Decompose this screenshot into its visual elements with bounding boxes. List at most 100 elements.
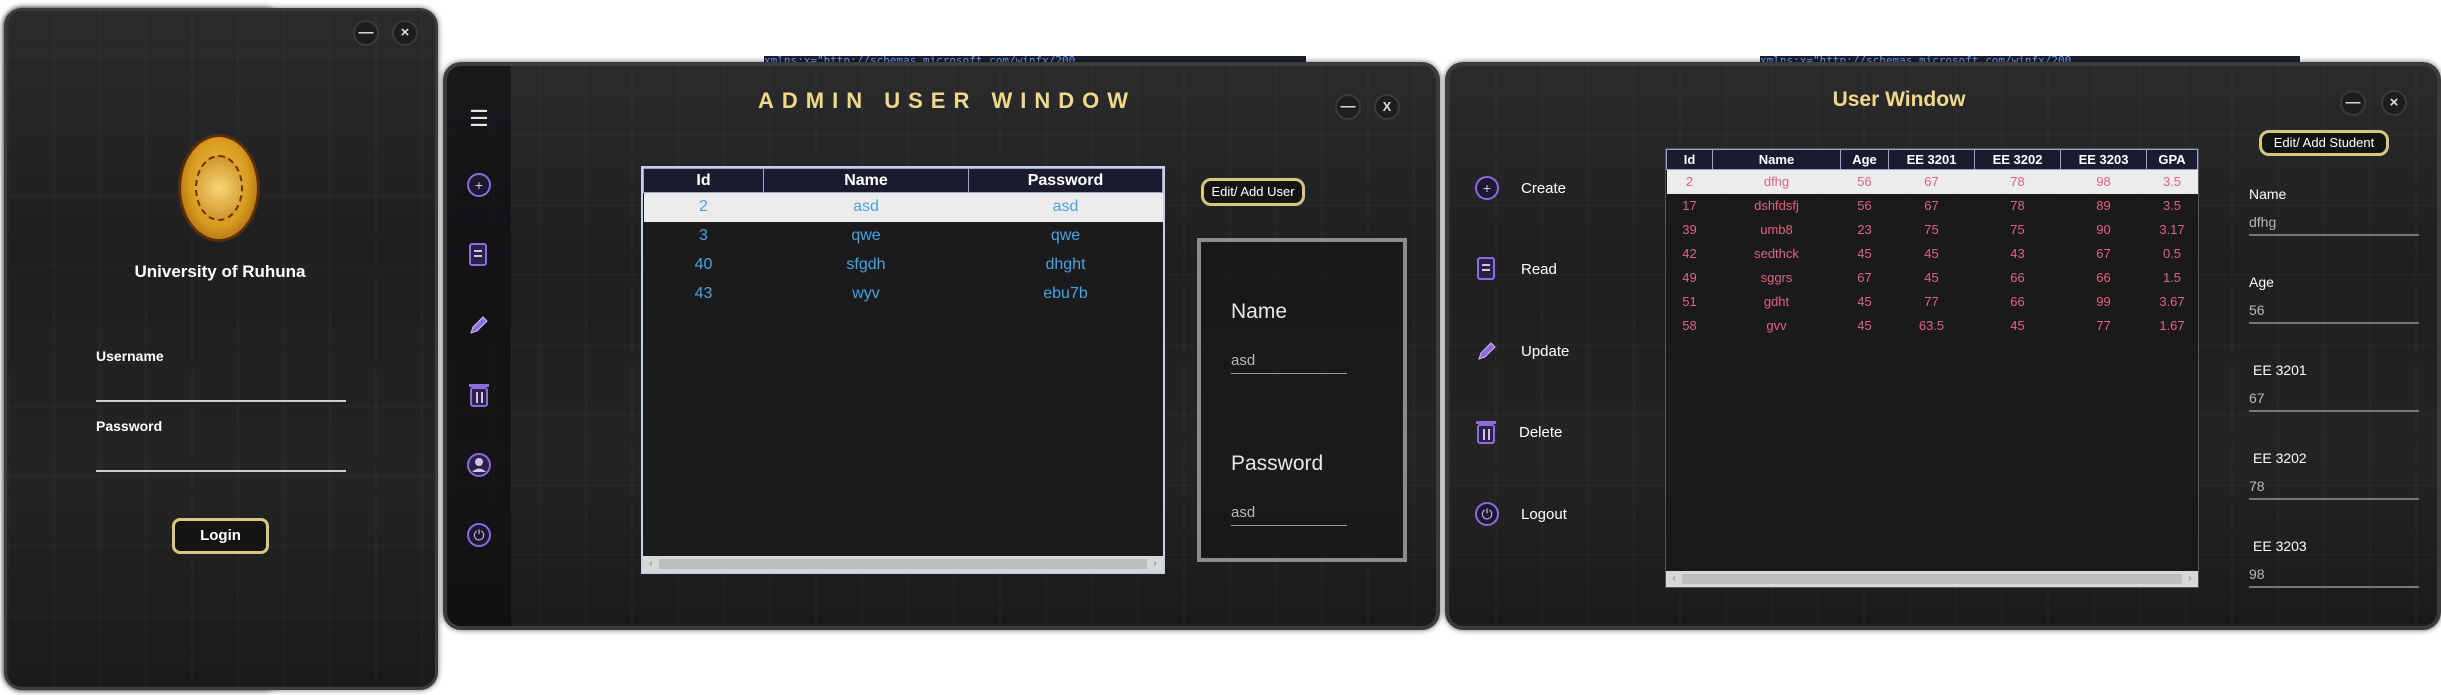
column-header-name[interactable]: Name [763,168,969,193]
students-table: Id Name Age EE 3201 EE 3202 EE 3203 GPA … [1666,149,2198,338]
minimize-button[interactable]: — [2340,90,2366,116]
menu-item-create[interactable]: + Create [1475,171,1566,205]
logout-icon: ⏻ [1475,502,1499,526]
cell: 49 [1682,270,1697,285]
password-field[interactable]: asd [1231,504,1347,526]
menu-item-read[interactable]: Read [1475,252,1557,286]
field-label-name: Name [2249,186,2287,202]
table-row[interactable]: 49 sggrs 67 45 66 66 1.5 [1667,266,2198,290]
table-row[interactable]: 3 qwe qwe [644,222,1163,251]
ee3203-field[interactable]: 98 [2249,566,2419,588]
cell: 17 [1682,198,1697,213]
edit-add-student-button[interactable]: Edit/ Add Student [2259,130,2389,156]
edit-add-user-button[interactable]: Edit/ Add User [1201,178,1305,206]
table-row[interactable]: 51 gdht 45 77 66 99 3.67 [1667,290,2198,314]
student-form: Name dfhg Age 56 EE 3201 67 EE 3202 78 E… [2249,186,2429,626]
column-header-ee3203[interactable]: EE 3203 [2060,149,2147,170]
scroll-thumb[interactable] [1682,574,2182,584]
login-button[interactable]: Login [172,518,269,554]
logout-icon[interactable]: ⏻ [464,520,494,550]
column-header-age[interactable]: Age [1840,149,1889,170]
menu-icon[interactable]: ☰ [464,104,494,134]
cell: 89 [2096,198,2111,213]
read-icon[interactable] [464,240,494,270]
table-row[interactable]: 2 dfhg 56 67 78 98 3.5 [1666,169,2198,194]
cell: 99 [2096,294,2111,309]
menu-label: Logout [1521,505,1567,523]
column-header-ee3202[interactable]: EE 3202 [1974,149,2061,170]
cell: 77 [1924,294,1939,309]
cell: 23 [1857,222,1872,237]
update-icon[interactable] [464,310,494,340]
cell-password: ebu7b [1043,285,1088,302]
menu-item-logout[interactable]: ⏻ Logout [1475,497,1567,531]
horizontal-scrollbar[interactable]: ‹ › [1666,571,2198,587]
cell: 1.5 [2162,270,2182,285]
age-field[interactable]: 56 [2249,302,2419,324]
students-grid[interactable]: Id Name Age EE 3201 EE 3202 EE 3203 GPA … [1665,148,2199,588]
menu-item-update[interactable]: Update [1475,334,1569,368]
table-row[interactable]: 42 sedthck 45 45 43 67 0.5 [1667,242,2198,266]
cell-name: wyv [852,285,880,302]
create-icon[interactable]: + [464,170,494,200]
menu-label: Create [1521,179,1567,197]
cell-id: 40 [694,256,713,273]
ee3202-field[interactable]: 78 [2249,478,2419,500]
cell: 78 [2010,174,2025,190]
admin-user-window: ☰ + ⏻ ADMIN USER WINDOW — X Id Name Pass… [443,62,1440,630]
table-row[interactable]: 2 asd asd [643,192,1163,222]
column-header-id[interactable]: Id [643,168,764,193]
scroll-left-icon[interactable]: ‹ [1668,573,1680,585]
cell: dshfdsfj [1754,198,1799,213]
cell: 2 [1685,174,1694,190]
horizontal-scrollbar[interactable]: ‹ › [643,556,1163,572]
delete-icon[interactable] [464,380,494,410]
table-row[interactable]: 17 dshfdsfj 56 67 78 89 3.5 [1667,194,2198,218]
name-field[interactable]: dfhg [2249,214,2419,236]
cell: 3.5 [2162,174,2182,190]
password-field[interactable] [96,470,346,472]
name-field[interactable]: asd [1231,352,1347,374]
cell: 45 [1857,294,1872,309]
username-field[interactable] [96,400,346,402]
table-row[interactable]: 58 gvv 45 63.5 45 77 1.67 [1667,314,2198,338]
column-header-password[interactable]: Password [968,168,1163,193]
cell: 98 [2096,174,2111,190]
close-button[interactable]: × [392,20,418,46]
cell-name: qwe [851,227,881,244]
cell: 51 [1682,294,1697,309]
scroll-right-icon[interactable]: › [2184,573,2196,585]
cell-id: 2 [699,198,708,216]
table-row[interactable]: 43 wyv ebu7b [644,280,1163,309]
close-button[interactable]: × [2381,90,2407,116]
column-header-gpa[interactable]: GPA [2146,149,2198,170]
scroll-left-icon[interactable]: ‹ [645,558,657,570]
admin-users-grid[interactable]: Id Name Password 2 asd asd 3 qwe qwe 40 [641,166,1165,574]
scroll-thumb[interactable] [659,559,1147,569]
column-header-name[interactable]: Name [1712,149,1841,170]
minimize-button[interactable]: — [1335,94,1361,120]
name-value: asd [1231,352,1256,369]
ee3201-field[interactable]: 67 [2249,390,2419,412]
column-header-id[interactable]: Id [1666,149,1713,170]
user-icon[interactable] [464,450,494,480]
field-label-ee3202: EE 3202 [2253,450,2307,466]
menu-label: Delete [1519,423,1563,441]
cell: umb8 [1760,222,1793,237]
ee3202-value: 78 [2249,478,2265,494]
ee3201-value: 67 [2249,390,2265,406]
name-value: dfhg [2249,214,2277,230]
table-row[interactable]: 39 umb8 23 75 75 90 3.17 [1667,218,2198,242]
close-button[interactable]: X [1374,94,1400,120]
cell: 67 [2096,246,2111,261]
column-header-ee3201[interactable]: EE 3201 [1888,149,1975,170]
menu-item-delete[interactable]: Delete [1475,415,1562,449]
cell-password: asd [1052,198,1079,216]
password-value: asd [1231,504,1256,521]
table-row[interactable]: 40 sfgdh dhght [644,251,1163,280]
university-name: University of Ruhuna [134,262,306,281]
cell: 77 [2096,318,2111,333]
scroll-right-icon[interactable]: › [1149,558,1161,570]
minimize-button[interactable]: — [353,20,379,46]
cell-password: qwe [1050,227,1081,244]
